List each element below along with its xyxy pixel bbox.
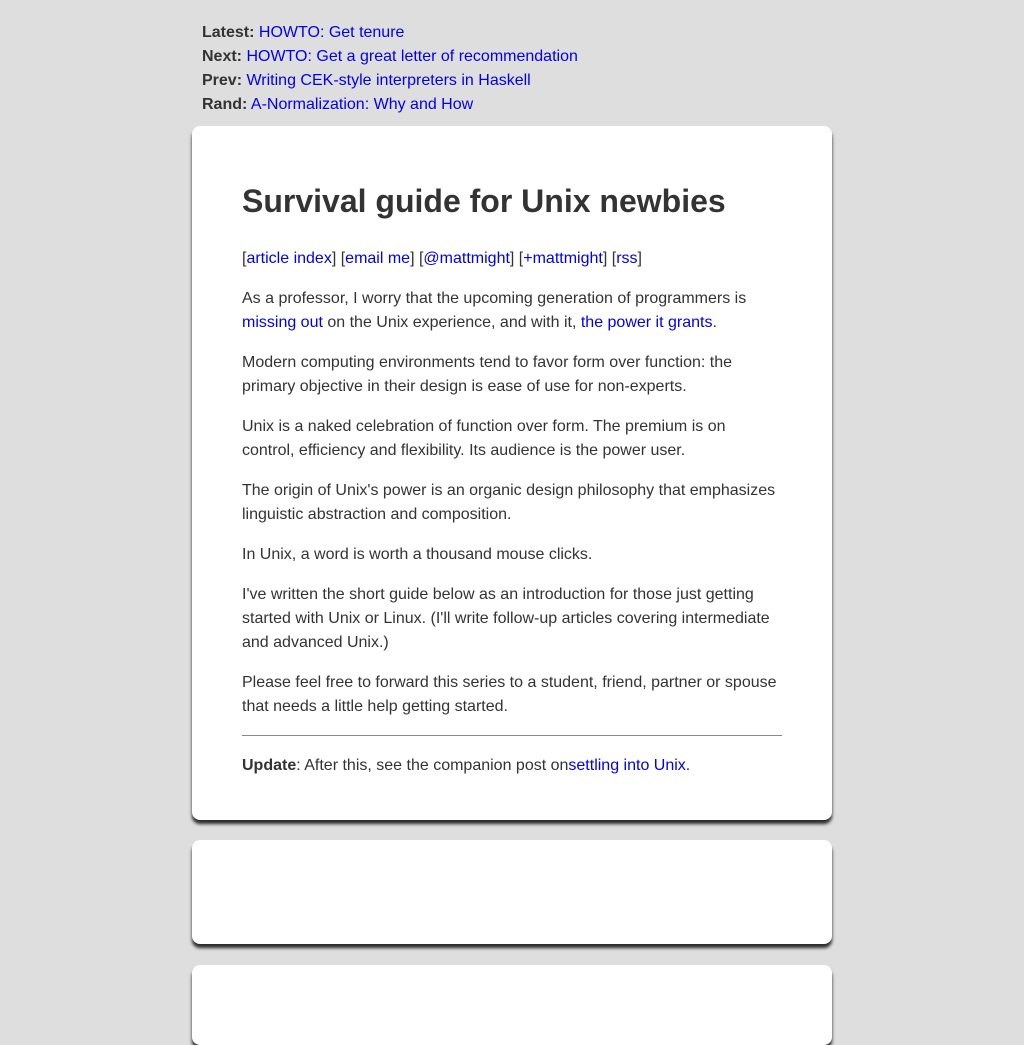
update-text-after: . (685, 757, 691, 774)
paragraph-2: Modern computing environments tend to fa… (242, 354, 733, 395)
nav-latest-link[interactable]: HOWTO: Get tenure (259, 24, 405, 41)
nav-rand: Rand: A-Normalization: Why and How (202, 93, 578, 117)
update-text: : After this, see the companion post on (296, 757, 569, 774)
divider (242, 735, 782, 736)
article-title: Survival guide for Unix newbies (242, 183, 726, 219)
twitter-link[interactable]: @mattmight (423, 250, 509, 267)
paragraph-5: In Unix, a word is worth a thousand mous… (242, 546, 593, 563)
p1-text-before: As a professor, I worry that the upcomin… (242, 290, 747, 307)
nav-prev-label: Prev: (202, 72, 243, 89)
nav-next-label: Next: (202, 48, 243, 65)
update-label: Update (242, 757, 297, 774)
nav-rand-link[interactable]: A-Normalization: Why and How (251, 96, 473, 113)
missing-out-link[interactable]: missing out (242, 314, 323, 331)
p1-text-middle: on the Unix experience, and with it, (322, 314, 581, 331)
gplus-link[interactable]: +mattmight (523, 250, 603, 267)
paragraph-4: The origin of Unix's power is an organic… (242, 482, 776, 523)
nav-next: Next: HOWTO: Get a great letter of recom… (202, 45, 578, 69)
paragraph-1: As a professor, I worry that the upcomin… (242, 287, 782, 335)
paragraph-6: I've written the short guide below as an… (242, 586, 770, 651)
empty-card-bottom (192, 965, 832, 1045)
power-it-grants-link[interactable]: the power it grants (581, 314, 713, 331)
nav-latest-label: Latest: (202, 24, 255, 41)
empty-card (192, 840, 832, 944)
nav-prev-link[interactable]: Writing CEK-style interpreters in Haskel… (246, 72, 530, 89)
post-navigation: Latest: HOWTO: Get tenure Next: HOWTO: G… (202, 21, 578, 117)
article-links: [article index] [email me] [@mattmight] … (242, 250, 642, 267)
nav-next-link[interactable]: HOWTO: Get a great letter of recommendat… (246, 48, 577, 65)
settling-into-unix-link[interactable]: settling into Unix (568, 757, 685, 774)
article-card: Survival guide for Unix newbies [article… (192, 126, 832, 820)
update-note: Update: After this, see the companion po… (242, 754, 782, 778)
p1-text-after: . (712, 314, 717, 331)
paragraph-7: Please feel free to forward this series … (242, 674, 777, 715)
email-me-link[interactable]: email me (345, 250, 410, 267)
nav-latest: Latest: HOWTO: Get tenure (202, 21, 578, 45)
paragraph-3: Unix is a naked celebration of function … (242, 418, 726, 459)
article-index-link[interactable]: article index (246, 250, 331, 267)
nav-rand-label: Rand: (202, 96, 248, 113)
nav-prev: Prev: Writing CEK-style interpreters in … (202, 69, 578, 93)
rss-link[interactable]: rss (616, 250, 637, 267)
